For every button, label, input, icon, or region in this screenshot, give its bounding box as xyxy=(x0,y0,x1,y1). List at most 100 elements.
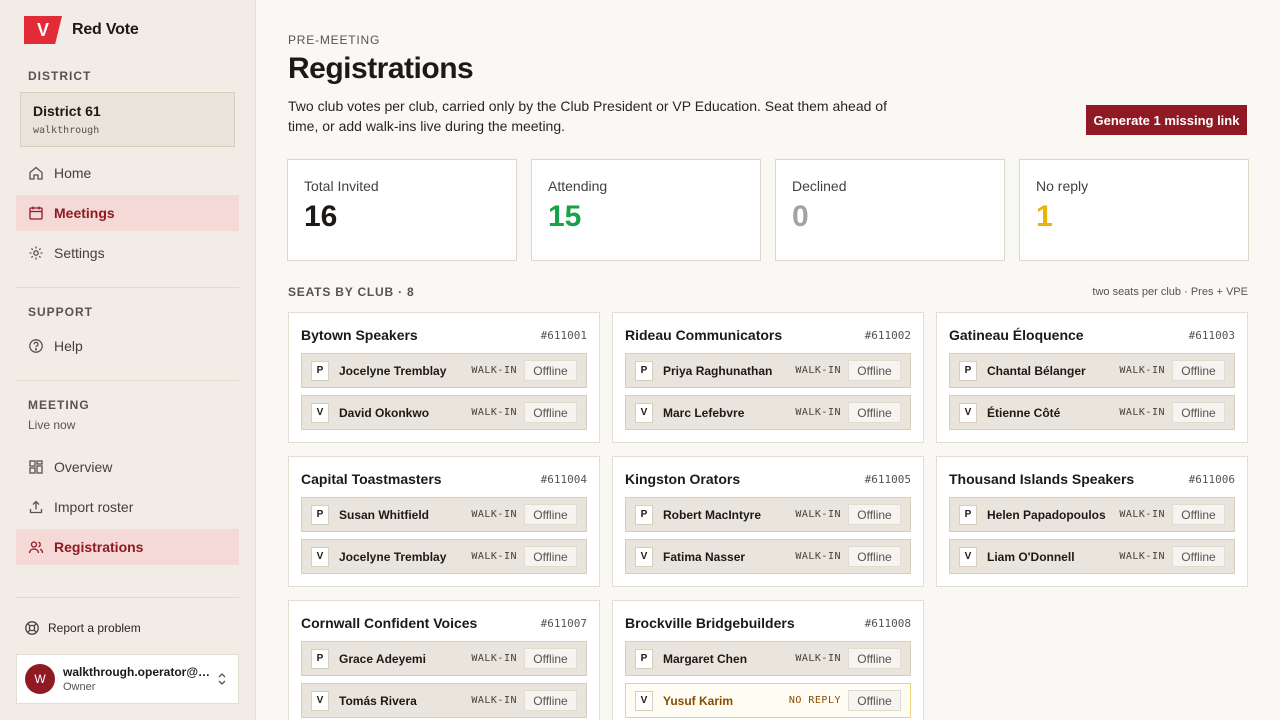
gear-icon xyxy=(29,246,43,260)
club-card: Cornwall Confident Voices #611007 P Grace A… xyxy=(288,600,600,720)
nav-registrations[interactable]: Registrations xyxy=(16,529,239,565)
seat-holder-name: Jocelyne Tremblay xyxy=(339,363,447,378)
connection-badge: Offline xyxy=(1172,360,1225,381)
seat-row[interactable]: V David Okonkwo WALK-IN Offline xyxy=(301,395,587,430)
nav-home[interactable]: Home xyxy=(16,155,239,191)
role-badge: P xyxy=(635,648,653,669)
seat-row[interactable]: V Jocelyne Tremblay WALK-IN Offline xyxy=(301,539,587,574)
seat-status: WALK-IN xyxy=(795,653,841,664)
user-email: walkthrough.operator@tally.example xyxy=(63,665,213,679)
club-name: Bytown Speakers xyxy=(301,327,418,343)
district-section-label: DISTRICT xyxy=(28,69,92,83)
sidebar-divider xyxy=(16,597,239,598)
club-id: #611007 xyxy=(540,617,587,630)
stat-value: 15 xyxy=(548,200,582,233)
club-card: Kingston Orators #611005 P Robert MacIntyre… xyxy=(612,456,924,587)
seat-status: WALK-IN xyxy=(471,551,517,562)
nav-meetings[interactable]: Meetings xyxy=(16,195,239,231)
seat-row[interactable]: P Grace Adeyemi WALK-IN Offline xyxy=(301,641,587,676)
role-badge: V xyxy=(635,690,653,711)
home-icon xyxy=(29,166,43,180)
seat-holder-name: Yusuf Karim xyxy=(663,693,734,708)
report-problem-label: Report a problem xyxy=(48,621,141,635)
seat-holder-name: Chantal Bélanger xyxy=(987,363,1086,378)
seat-holder-name: Tomás Rivera xyxy=(339,693,417,708)
seat-row[interactable]: V Liam O'Donnell WALK-IN Offline xyxy=(949,539,1235,574)
sidebar: V Red Vote DISTRICT District 61 walkthro… xyxy=(0,0,256,720)
nav-import-roster-label: Import roster xyxy=(54,499,134,515)
nav-settings[interactable]: Settings xyxy=(16,235,239,271)
seat-holder-name: Marc Lefebvre xyxy=(663,405,745,420)
district-selector[interactable]: District 61 walkthrough xyxy=(20,92,235,147)
nav-help[interactable]: Help xyxy=(16,328,239,364)
nav-meetings-label: Meetings xyxy=(54,205,115,221)
page-eyebrow: PRE-MEETING xyxy=(288,33,381,47)
nav-import-roster[interactable]: Import roster xyxy=(16,489,239,525)
connection-badge: Offline xyxy=(848,504,901,525)
seat-status: WALK-IN xyxy=(795,551,841,562)
seat-status: WALK-IN xyxy=(1119,551,1165,562)
seat-row[interactable]: V Fatima Nasser WALK-IN Offline xyxy=(625,539,911,574)
grid-icon xyxy=(29,460,43,474)
club-id: #611005 xyxy=(864,473,911,486)
seat-row[interactable]: P Margaret Chen WALK-IN Offline xyxy=(625,641,911,676)
report-problem-link[interactable]: Report a problem xyxy=(24,620,141,636)
nav-overview-label: Overview xyxy=(54,459,113,475)
seat-row[interactable]: P Jocelyne Tremblay WALK-IN Offline xyxy=(301,353,587,388)
role-badge: P xyxy=(311,648,329,669)
help-icon xyxy=(29,339,43,353)
role-badge: P xyxy=(635,360,653,381)
seat-holder-name: Jocelyne Tremblay xyxy=(339,549,447,564)
connection-badge: Offline xyxy=(848,546,901,567)
seat-row[interactable]: P Chantal Bélanger WALK-IN Offline xyxy=(949,353,1235,388)
role-badge: V xyxy=(959,402,977,423)
seat-row[interactable]: P Priya Raghunathan WALK-IN Offline xyxy=(625,353,911,388)
nav-help-label: Help xyxy=(54,338,83,354)
nav-home-label: Home xyxy=(54,165,92,181)
page-description: Two club votes per club, carried only by… xyxy=(288,98,887,134)
role-badge: P xyxy=(959,504,977,525)
seat-holder-name: Étienne Côté xyxy=(987,405,1061,420)
seat-row[interactable]: V Étienne Côté WALK-IN Offline xyxy=(949,395,1235,430)
support-section-label: SUPPORT xyxy=(28,305,94,319)
stat-card: Attending 15 xyxy=(531,159,761,261)
generate-link-button[interactable]: Generate 1 missing link xyxy=(1086,105,1247,135)
seat-holder-name: David Okonkwo xyxy=(339,405,430,420)
connection-badge: Offline xyxy=(1172,504,1225,525)
users-icon xyxy=(28,541,44,554)
seat-status: WALK-IN xyxy=(795,365,841,376)
seat-row[interactable]: P Susan Whitfield WALK-IN Offline xyxy=(301,497,587,532)
stat-card: Declined 0 xyxy=(775,159,1005,261)
connection-badge: Offline xyxy=(524,360,577,381)
club-id: #611003 xyxy=(1188,329,1235,342)
connection-badge: Offline xyxy=(1172,546,1225,567)
role-badge: V xyxy=(311,546,329,567)
seat-row[interactable]: V Tomás Rivera WALK-IN Offline xyxy=(301,683,587,718)
seat-row[interactable]: V Yusuf Karim NO REPLY Offline xyxy=(625,683,911,718)
seat-row[interactable]: P Helen Papadopoulos WALK-IN Offline xyxy=(949,497,1235,532)
seat-status: WALK-IN xyxy=(471,695,517,706)
club-id: #611004 xyxy=(540,473,587,486)
brand[interactable]: V Red Vote xyxy=(24,16,139,44)
club-card: Gatineau Éloquence #611003 P Chantal Bélang… xyxy=(936,312,1248,443)
seat-status: WALK-IN xyxy=(1119,407,1165,418)
connection-badge: Offline xyxy=(524,648,577,669)
seat-status: WALK-IN xyxy=(795,509,841,520)
seat-status: WALK-IN xyxy=(471,365,517,376)
club-name: Thousand Islands Speakers xyxy=(949,471,1135,487)
seat-status: WALK-IN xyxy=(471,509,517,520)
seat-row[interactable]: V Marc Lefebvre WALK-IN Offline xyxy=(625,395,911,430)
seat-status: WALK-IN xyxy=(471,653,517,664)
club-name: Gatineau Éloquence xyxy=(949,327,1084,343)
seat-row[interactable]: P Robert MacIntyre WALK-IN Offline xyxy=(625,497,911,532)
stat-card: Total Invited 16 xyxy=(287,159,517,261)
club-card: Thousand Islands Speakers #611006 P Helen P… xyxy=(936,456,1248,587)
district-name: District 61 xyxy=(33,103,101,119)
connection-badge: Offline xyxy=(524,504,577,525)
meeting-status: Live now xyxy=(28,418,76,432)
stat-value: 16 xyxy=(304,200,338,233)
sidebar-divider xyxy=(16,287,239,288)
nav-overview[interactable]: Overview xyxy=(16,449,239,485)
user-menu[interactable]: W walkthrough.operator@tally.example Own… xyxy=(16,654,239,704)
club-name: Cornwall Confident Voices xyxy=(301,615,478,631)
